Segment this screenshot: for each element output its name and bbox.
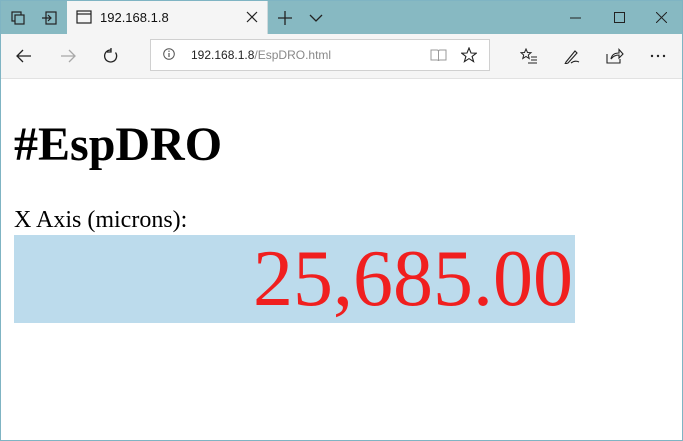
pen-icon <box>564 50 580 64</box>
page-title: #EspDRO <box>14 118 223 171</box>
more-icon <box>650 54 666 58</box>
navigation-bar: 192.168.1.8/EspDRO.html <box>1 34 682 79</box>
tab-manager-button[interactable] <box>3 1 33 34</box>
url-text[interactable]: 192.168.1.8/EspDRO.html <box>191 48 331 62</box>
close-icon <box>246 11 258 23</box>
favorite-button[interactable] <box>458 45 480 65</box>
favorites-list-icon <box>520 48 537 64</box>
tab-manager-icon <box>11 10 25 25</box>
refresh-icon <box>103 48 118 63</box>
page-content: #EspDRO X Axis (microns): 25,685.00 <box>1 79 682 440</box>
refresh-button[interactable] <box>94 40 128 72</box>
back-button[interactable] <box>7 40 41 72</box>
close-icon <box>656 12 667 23</box>
plus-icon <box>278 10 292 25</box>
maximize-icon <box>613 12 625 23</box>
forward-button[interactable] <box>51 40 85 72</box>
page-favicon-icon <box>76 10 92 24</box>
info-icon[interactable] <box>163 48 175 60</box>
tab-preview-button[interactable] <box>301 1 331 34</box>
new-tab-button[interactable] <box>270 1 300 34</box>
url-host: 192.168.1.8 <box>191 48 255 62</box>
set-aside-tabs-button[interactable] <box>34 1 64 34</box>
x-axis-value: 25,685.00 <box>253 235 573 323</box>
minimize-icon <box>569 17 581 18</box>
browser-window: 192.168.1.8 192.168.1.8/EspDRO.html #Esp… <box>0 0 683 441</box>
address-bar[interactable]: 192.168.1.8/EspDRO.html <box>150 39 490 71</box>
reading-view-button[interactable] <box>427 45 449 65</box>
favorites-hub-button[interactable] <box>512 40 546 72</box>
web-note-button[interactable] <box>555 40 589 72</box>
book-icon <box>430 49 446 62</box>
x-axis-label: X Axis (microns): <box>14 207 188 233</box>
share-icon <box>606 48 624 64</box>
more-button[interactable] <box>641 40 675 72</box>
arrow-left-icon <box>16 49 31 63</box>
tab-active[interactable]: 192.168.1.8 <box>67 1 268 34</box>
window-close-button[interactable] <box>641 1 682 34</box>
tab-title: 192.168.1.8 <box>100 10 169 25</box>
tab-strip: 192.168.1.8 <box>1 1 682 34</box>
chevron-down-icon <box>309 14 323 22</box>
arrow-right-icon <box>61 49 76 63</box>
url-path: /EspDRO.html <box>254 48 332 62</box>
share-button[interactable] <box>598 40 632 72</box>
maximize-button[interactable] <box>597 1 641 34</box>
x-axis-readout: 25,685.00 <box>14 235 575 323</box>
minimize-button[interactable] <box>553 1 597 34</box>
set-aside-icon <box>42 10 57 25</box>
star-icon <box>461 47 477 63</box>
tab-close-button[interactable] <box>243 8 261 26</box>
